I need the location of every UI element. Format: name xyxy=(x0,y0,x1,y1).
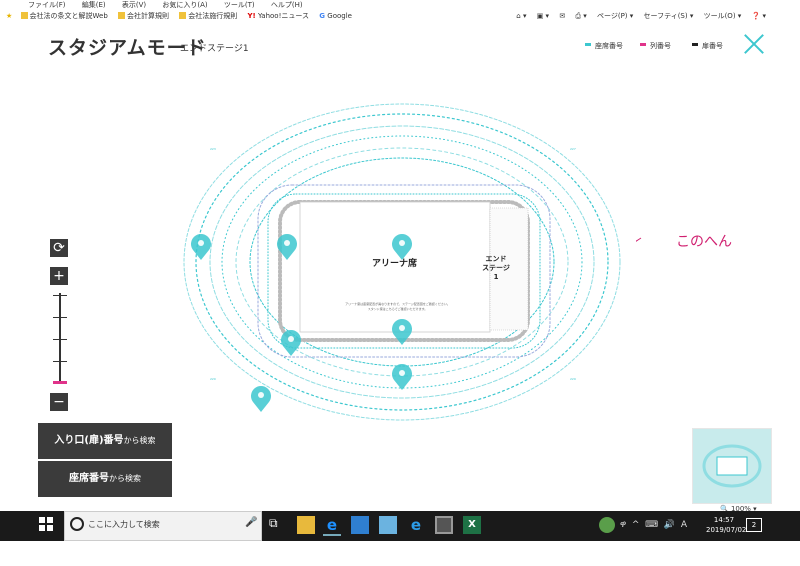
zoom-in-button[interactable]: + xyxy=(50,267,68,285)
page-icon xyxy=(179,12,187,19)
home-icon[interactable]: ⌂ ▾ xyxy=(516,12,526,20)
favorite-link[interactable]: G Google xyxy=(319,10,352,23)
legend-swatch xyxy=(585,43,591,46)
legend-seat-number: 座席番号 xyxy=(585,41,623,51)
arena-notice: アリーナ席は座席配置が異なりますので、ステージ配置図をご確認ください。 スタンド… xyxy=(345,302,450,311)
menu-tools[interactable]: ツール(T) xyxy=(224,1,255,9)
handwritten-annotation: このへん xyxy=(636,234,732,250)
map-pin-icon[interactable] xyxy=(390,363,414,391)
arena-label: アリーナ席 xyxy=(372,259,418,269)
print-icon[interactable]: ⎙ ▾ xyxy=(575,12,586,20)
minimap-stadium-icon xyxy=(702,444,762,488)
reset-view-button[interactable]: ⟳ xyxy=(50,239,68,257)
svg-text:このへん: このへん xyxy=(676,234,732,250)
microphone-icon[interactable]: 🎤 xyxy=(245,517,257,528)
menu-edit[interactable]: 編集(E) xyxy=(82,1,106,9)
favorite-link[interactable]: Y! Yahoo!ニュース xyxy=(247,10,309,23)
page-subtitle: エンドステージ1 xyxy=(180,44,249,54)
task-view-icon[interactable]: ⧉ xyxy=(269,516,287,534)
map-pin-icon[interactable] xyxy=(390,318,414,346)
zoom-out-button[interactable]: − xyxy=(50,393,68,411)
zoom-tick xyxy=(53,339,67,340)
svg-text:229: 229 xyxy=(570,377,576,381)
menu-favorites[interactable]: お気に入り(A) xyxy=(162,1,207,9)
ie-menu-bar: ファイル(F) 編集(E) 表示(V) お気に入り(A) ツール(T) ヘルプ(… xyxy=(0,0,800,10)
excel-icon[interactable]: X xyxy=(463,516,481,534)
calculator-icon[interactable] xyxy=(435,516,453,534)
favorite-link[interactable]: 会社法施行規則 xyxy=(179,10,237,23)
app-icon[interactable] xyxy=(351,516,369,534)
avatar[interactable] xyxy=(599,517,615,533)
favorite-link[interactable]: 会社法の条文と解説Web xyxy=(20,10,108,23)
search-by-seat-button[interactable]: 座席番号から検索 xyxy=(38,461,172,497)
svg-text:227: 227 xyxy=(570,147,576,151)
cortana-icon xyxy=(70,517,84,531)
tools-menu[interactable]: ツール(O) ▾ xyxy=(704,12,742,20)
legend-swatch xyxy=(640,43,646,46)
mail-icon[interactable]: ✉ xyxy=(559,12,565,20)
search-by-entrance-button[interactable]: 入り口(扉)番号から検索 xyxy=(38,423,172,459)
system-tray[interactable]: ዋ ^ ⌨ 🔊 A xyxy=(620,520,687,530)
zoom-tick xyxy=(53,361,67,362)
edge-icon[interactable]: e xyxy=(407,516,425,534)
menu-file[interactable]: ファイル(F) xyxy=(28,1,66,9)
legend-row-number: 列番号 xyxy=(640,41,671,51)
legend-swatch xyxy=(692,43,698,46)
zoom-slider-track[interactable] xyxy=(59,293,61,383)
yahoo-icon: Y! xyxy=(247,12,256,20)
google-icon: G xyxy=(319,12,326,20)
app-icon[interactable] xyxy=(379,516,397,534)
svg-text:223: 223 xyxy=(210,147,216,151)
map-pin-icon[interactable] xyxy=(279,329,303,357)
map-pin-icon[interactable] xyxy=(275,233,299,261)
notification-center-icon[interactable]: 2 xyxy=(746,518,762,532)
page-icon xyxy=(20,12,28,19)
feeds-icon[interactable]: ▣ ▾ xyxy=(537,12,549,20)
zoom-slider-handle[interactable] xyxy=(53,381,67,384)
zoom-tick xyxy=(53,295,67,296)
safety-menu[interactable]: セーフティ(S) ▾ xyxy=(644,12,694,20)
taskbar-search-placeholder: ここに入力して検索 xyxy=(88,520,160,529)
close-icon[interactable] xyxy=(744,34,764,54)
svg-text:220: 220 xyxy=(210,377,216,381)
map-pin-icon[interactable] xyxy=(249,385,273,413)
page-menu[interactable]: ページ(P) ▾ xyxy=(597,12,633,20)
menu-help[interactable]: ヘルプ(H) xyxy=(271,1,303,9)
zoom-tick xyxy=(53,317,67,318)
file-explorer-icon[interactable] xyxy=(297,516,315,534)
end-stage-label: エンド ステージ 1 xyxy=(482,255,510,281)
map-pin-icon[interactable] xyxy=(189,233,213,261)
internet-explorer-icon[interactable]: e xyxy=(323,516,341,536)
ie-command-bar: ⌂ ▾ ▣ ▾ ✉ ⎙ ▾ ページ(P) ▾ セーフティ(S) ▾ ツール(O)… xyxy=(508,10,766,23)
legend-door-number: 扉番号 xyxy=(692,41,723,51)
minimap[interactable] xyxy=(692,428,772,504)
favorites-star-icon[interactable]: ★ xyxy=(6,12,12,20)
page-icon xyxy=(118,12,126,19)
menu-view[interactable]: 表示(V) xyxy=(122,1,146,9)
favorite-link[interactable]: 会社計算規則 xyxy=(118,10,169,23)
help-menu[interactable]: ❓ ▾ xyxy=(752,12,766,20)
taskbar-clock[interactable]: 14:57 2019/07/02 xyxy=(706,515,746,535)
windows-start-icon[interactable] xyxy=(38,516,54,532)
